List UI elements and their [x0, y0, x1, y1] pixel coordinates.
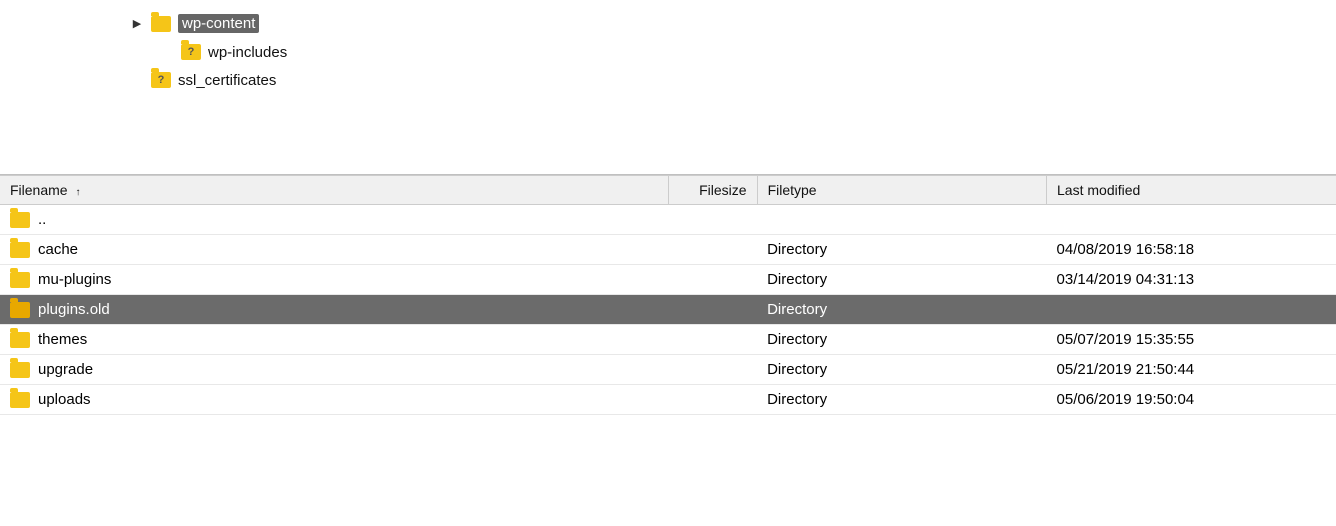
table-row[interactable]: plugins.old Directory: [0, 295, 1336, 325]
filesize-cell: [668, 205, 757, 235]
filesize-cell: [668, 325, 757, 355]
table-row[interactable]: themes Directory 05/07/2019 15:35:55: [0, 325, 1336, 355]
table-row[interactable]: cache Directory 04/08/2019 16:58:18: [0, 235, 1336, 265]
folder-icon: [10, 362, 30, 378]
filename-cell: ..: [0, 205, 668, 235]
filename-label: upgrade: [38, 361, 93, 378]
filetype-cell: Directory: [757, 355, 1046, 385]
file-list-panel: Filename ↑ Filesize Filetype Last modifi…: [0, 175, 1336, 415]
last-modified-cell: [1047, 205, 1336, 235]
tree-item-label: wp-content: [178, 14, 259, 33]
filesize-cell: [668, 355, 757, 385]
tree-item-wp-includes[interactable]: ? wp-includes: [180, 41, 1336, 63]
folder-icon: [150, 15, 172, 33]
filename-label: plugins.old: [38, 301, 110, 318]
filetype-cell: Directory: [757, 295, 1046, 325]
last-modified-cell: 05/21/2019 21:50:44: [1047, 355, 1336, 385]
filename-cell: plugins.old: [0, 295, 668, 325]
table-row[interactable]: mu-plugins Directory 03/14/2019 04:31:13: [0, 265, 1336, 295]
filename-label: themes: [38, 331, 87, 348]
table-row[interactable]: upgrade Directory 05/21/2019 21:50:44: [0, 355, 1336, 385]
folder-icon: [10, 332, 30, 348]
last-modified-cell: 05/06/2019 19:50:04: [1047, 385, 1336, 415]
expand-arrow-icon: ▶: [130, 17, 144, 31]
folder-icon: [10, 272, 30, 288]
last-modified-cell: [1047, 295, 1336, 325]
file-table: Filename ↑ Filesize Filetype Last modifi…: [0, 175, 1336, 415]
col-header-filename[interactable]: Filename ↑: [0, 176, 668, 205]
filesize-cell: [668, 235, 757, 265]
filetype-cell: Directory: [757, 235, 1046, 265]
filesize-cell: [668, 265, 757, 295]
filename-cell: mu-plugins: [0, 265, 668, 295]
filename-cell: uploads: [0, 385, 668, 415]
tree-item-label: wp-includes: [208, 44, 287, 61]
last-modified-cell: 03/14/2019 04:31:13: [1047, 265, 1336, 295]
tree-item-wp-content[interactable]: ▶ wp-content: [130, 12, 1336, 35]
filename-cell: themes: [0, 325, 668, 355]
folder-icon: [10, 392, 30, 408]
table-body: .. cache Directory 04/08/2019 16:58:18: [0, 205, 1336, 415]
sort-asc-icon: ↑: [75, 187, 80, 198]
col-header-filetype[interactable]: Filetype: [757, 176, 1046, 205]
filename-label: cache: [38, 241, 78, 258]
folder-unknown-icon: ?: [150, 71, 172, 89]
filename-label: ..: [38, 211, 46, 228]
filetype-cell: [757, 205, 1046, 235]
folder-icon: [10, 242, 30, 258]
filename-cell: upgrade: [0, 355, 668, 385]
filesize-cell: [668, 385, 757, 415]
filename-cell: cache: [0, 235, 668, 265]
folder-icon: [10, 302, 30, 318]
table-row[interactable]: uploads Directory 05/06/2019 19:50:04: [0, 385, 1336, 415]
col-header-last-modified[interactable]: Last modified: [1047, 176, 1336, 205]
filesize-cell: [668, 295, 757, 325]
last-modified-cell: 04/08/2019 16:58:18: [1047, 235, 1336, 265]
filetype-cell: Directory: [757, 325, 1046, 355]
tree-item-label: ssl_certificates: [178, 72, 276, 89]
table-row[interactable]: ..: [0, 205, 1336, 235]
folder-icon: [10, 212, 30, 228]
folder-unknown-icon: ?: [180, 43, 202, 61]
col-header-filesize[interactable]: Filesize: [668, 176, 757, 205]
filename-label: mu-plugins: [38, 271, 111, 288]
table-header: Filename ↑ Filesize Filetype Last modifi…: [0, 176, 1336, 205]
tree-panel: ▶ wp-content ? wp-includes ? ssl_certifi…: [0, 0, 1336, 175]
last-modified-cell: 05/07/2019 15:35:55: [1047, 325, 1336, 355]
filetype-cell: Directory: [757, 265, 1046, 295]
filename-label: uploads: [38, 391, 91, 408]
tree-item-ssl-certificates[interactable]: ? ssl_certificates: [150, 69, 1336, 91]
filetype-cell: Directory: [757, 385, 1046, 415]
